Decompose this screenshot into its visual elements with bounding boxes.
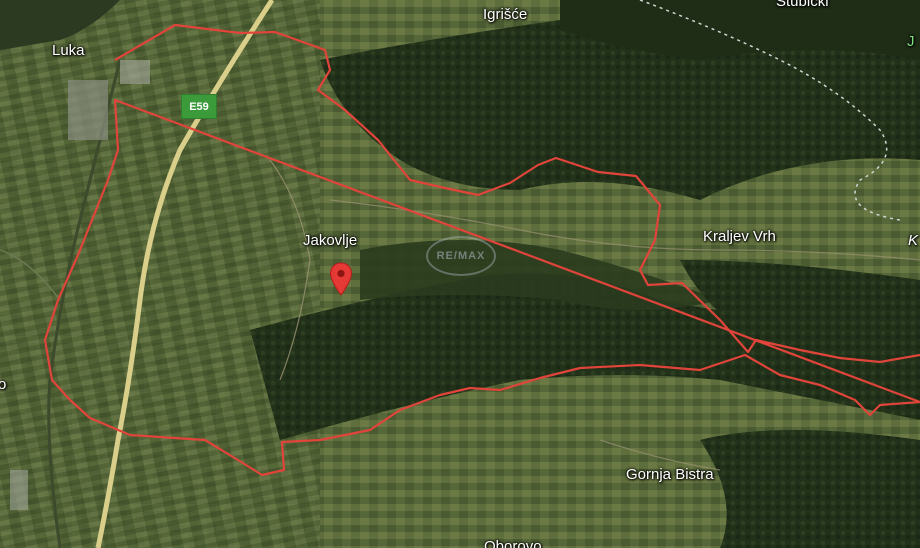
location-pin-icon[interactable] — [329, 262, 353, 296]
place-label-edge-o: o — [0, 376, 7, 393]
remax-watermark: RE/MAX — [426, 236, 496, 276]
place-label-edge-k: K — [908, 232, 919, 249]
place-label-edge-j: J — [907, 33, 915, 50]
place-label-jakovlje: Jakovlje — [303, 232, 358, 249]
place-label-luka: Luka — [52, 42, 85, 59]
place-label-oborovo: Oborovo — [484, 538, 542, 548]
place-label-gornja-bistra: Gornja Bistra — [626, 466, 714, 483]
satellite-map[interactable]: E59 RE/MAX Luka Igrišće Stubički J Jakov… — [0, 0, 920, 548]
forest-south-east — [700, 430, 920, 548]
e59-road-shield: E59 — [181, 94, 217, 119]
place-label-stubicki: Stubički — [776, 0, 829, 10]
place-label-igrisce: Igrišće — [483, 6, 528, 23]
place-label-kraljev-vrh: Kraljev Vrh — [703, 228, 776, 245]
